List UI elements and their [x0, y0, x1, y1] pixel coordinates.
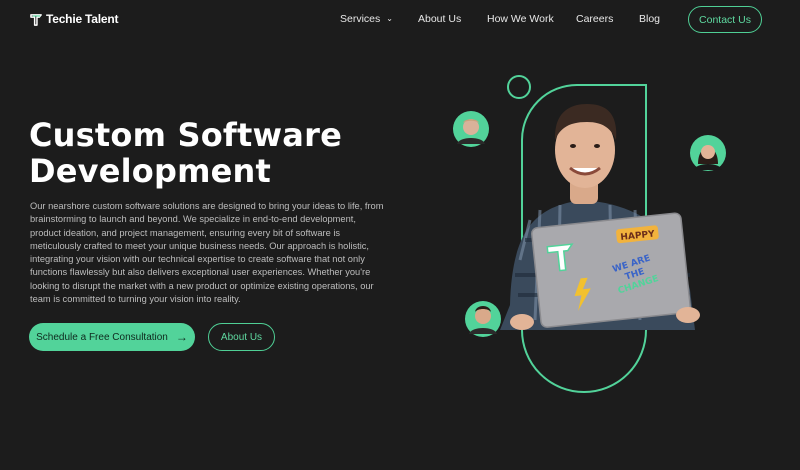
arrow-right-icon: →: [175, 330, 188, 344]
contact-us-button[interactable]: Contact Us: [688, 6, 762, 33]
hero-illustration: HAPPY WE ARE THE CHANGE: [453, 75, 726, 393]
page-title: Custom Software Development: [29, 117, 389, 189]
hero-description: Our nearshore custom software solutions …: [30, 201, 384, 305]
schedule-consultation-button[interactable]: Schedule a Free Consultation →: [29, 323, 195, 351]
brand-logo[interactable]: Techie Talent: [30, 12, 119, 26]
nav-careers[interactable]: Careers: [576, 13, 613, 25]
page-title-line-2: Development: [29, 152, 272, 190]
schedule-consultation-label: Schedule a Free Consultation: [36, 331, 168, 343]
avatar-right: [690, 135, 726, 171]
nav-blog[interactable]: Blog: [639, 13, 660, 25]
avatar-bottom-left: [465, 301, 501, 337]
laptop: HAPPY WE ARE THE CHANGE: [531, 212, 691, 328]
about-us-button[interactable]: About Us: [208, 323, 275, 351]
top-nav: Techie Talent Services ⌄ About Us How We …: [0, 0, 800, 40]
brand-name: Techie Talent: [46, 12, 119, 26]
avatar-top-left: [453, 111, 489, 147]
chevron-down-icon: ⌄: [386, 14, 393, 23]
nav-services[interactable]: Services ⌄: [340, 13, 393, 25]
logo-icon: [30, 13, 42, 26]
decorative-circle: [507, 75, 531, 99]
nav-how-we-work[interactable]: How We Work: [487, 13, 554, 25]
nav-services-label: Services: [340, 13, 381, 25]
page-title-line-1: Custom Software: [29, 116, 342, 154]
nav-about-us[interactable]: About Us: [418, 13, 461, 25]
